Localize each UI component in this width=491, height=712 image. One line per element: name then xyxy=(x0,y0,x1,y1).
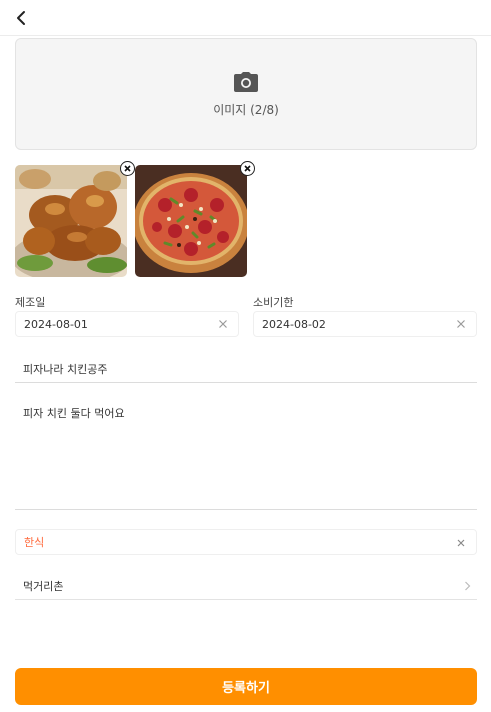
product-register-page: 이미지 (2/8) 제조일 2024-08-01 소비기한 2024-08-02… xyxy=(0,0,491,712)
fried-chicken-image xyxy=(15,165,127,277)
chevron-right-icon xyxy=(465,581,471,591)
description-textarea[interactable]: 피자 치킨 둘다 먹어요 xyxy=(15,398,477,510)
remove-photo-button[interactable] xyxy=(120,161,135,176)
close-icon xyxy=(244,165,251,172)
image-upload-button[interactable]: 이미지 (2/8) xyxy=(15,38,477,150)
photo-thumbnail[interactable] xyxy=(15,161,135,277)
title-value: 피자나라 치킨공주 xyxy=(23,362,108,376)
chevron-left-icon xyxy=(17,11,25,25)
clear-icon[interactable] xyxy=(456,319,466,329)
camera-icon xyxy=(234,71,258,92)
manufacture-date-label: 제조일 xyxy=(15,296,46,309)
submit-button[interactable]: 등록하기 xyxy=(15,668,477,705)
expiry-date-input[interactable]: 2024-08-02 xyxy=(253,311,477,337)
back-button[interactable] xyxy=(10,8,32,28)
category-value: 한식 xyxy=(24,536,45,549)
title-input[interactable]: 피자나라 치킨공주 xyxy=(15,355,477,383)
clear-icon[interactable] xyxy=(218,319,228,329)
clear-icon[interactable] xyxy=(456,538,466,548)
location-select[interactable]: 먹거리촌 xyxy=(15,572,477,600)
photo-thumbnail[interactable] xyxy=(135,161,255,277)
location-value: 먹거리촌 xyxy=(23,579,64,593)
manufacture-date-value: 2024-08-01 xyxy=(24,317,88,331)
image-count-label: 이미지 (2/8) xyxy=(213,102,279,117)
top-bar xyxy=(0,0,491,36)
remove-photo-button[interactable] xyxy=(240,161,255,176)
expiry-date-label: 소비기한 xyxy=(253,296,294,309)
description-value: 피자 치킨 둘다 먹어요 xyxy=(23,407,125,420)
manufacture-date-input[interactable]: 2024-08-01 xyxy=(15,311,239,337)
category-select[interactable]: 한식 xyxy=(15,529,477,555)
expiry-date-value: 2024-08-02 xyxy=(262,317,326,331)
close-icon xyxy=(124,165,131,172)
pizza-image xyxy=(135,165,247,277)
